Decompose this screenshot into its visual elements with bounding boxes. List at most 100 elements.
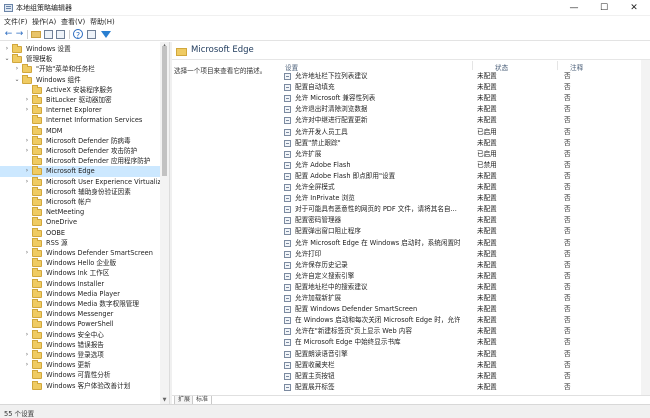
setting-row[interactable]: 允许 Microsoft 兼容性列表 未配置 否 bbox=[282, 93, 640, 103]
setting-row[interactable]: 允许 Adobe Flash 已禁用 否 bbox=[282, 160, 640, 170]
filter-icon[interactable] bbox=[101, 31, 111, 38]
setting-row[interactable]: 允许扩展 已启用 否 bbox=[282, 149, 640, 159]
tree-item[interactable]: ActiveX 安装程序服务 bbox=[0, 84, 160, 95]
setting-row[interactable]: 配置 Windows Defender SmartScreen 未配置 否 bbox=[282, 304, 640, 314]
setting-row[interactable]: 允许退出时清除浏览数据 未配置 否 bbox=[282, 104, 640, 114]
chevron-right-icon[interactable]: › bbox=[24, 146, 30, 156]
chevron-right-icon[interactable]: › bbox=[24, 105, 30, 115]
tree-item[interactable]: Windows Media 数字权限管理 bbox=[0, 299, 160, 309]
tree-item[interactable]: Windows Messenger bbox=[0, 309, 160, 319]
setting-row[interactable]: 允许在"新建标签页"页上显示 Web 内容 未配置 否 bbox=[282, 326, 640, 336]
tree-item[interactable]: OneDrive bbox=[0, 217, 160, 227]
chevron-right-icon[interactable]: › bbox=[24, 177, 30, 187]
tree-item[interactable]: Windows 错误报告 bbox=[0, 339, 160, 350]
tree-item[interactable]: Windows PowerShell bbox=[0, 319, 160, 329]
setting-row[interactable]: 配置密码管理器 未配置 否 bbox=[282, 215, 640, 225]
forward-arrow-icon[interactable]: → bbox=[14, 29, 25, 40]
setting-row[interactable]: 配置"禁止跟踪" 未配置 否 bbox=[282, 138, 640, 148]
tree-item[interactable]: › Microsoft User Experience Virtualiz bbox=[0, 176, 161, 187]
tree-item[interactable]: › Microsoft Defender 防病毒 bbox=[0, 135, 160, 146]
chevron-right-icon[interactable]: › bbox=[24, 95, 30, 105]
setting-row[interactable]: 允许保存历史记录 未配置 否 bbox=[282, 260, 640, 270]
chevron-down-icon[interactable]: ⌄ bbox=[4, 54, 10, 64]
setting-row[interactable]: 配置朗读语音引擎 未配置 否 bbox=[282, 349, 640, 359]
scroll-down-arrow-icon[interactable]: ▼ bbox=[160, 396, 169, 404]
setting-row[interactable]: 允许 InPrivate 浏览 未配置 否 bbox=[282, 193, 640, 203]
setting-row[interactable]: 允许 Microsoft Edge 在 Windows 启动时，系统闲置时以..… bbox=[282, 238, 640, 248]
tree-item[interactable]: › Windows 登录选项 bbox=[0, 350, 160, 360]
minimize-button[interactable]: — bbox=[560, 0, 588, 16]
chevron-down-icon[interactable]: ⌄ bbox=[14, 75, 20, 85]
tree-item[interactable]: Windows Ink 工作区 bbox=[0, 268, 160, 278]
tree-item[interactable]: ⌄ Windows 组件 bbox=[0, 74, 160, 85]
tree-item[interactable]: › "开始"菜单和任务栏 bbox=[0, 64, 160, 74]
setting-row[interactable]: 在 Microsoft Edge 中始终显示书库 未配置 否 bbox=[282, 337, 640, 347]
tree-item[interactable]: Windows Hello 企业版 bbox=[0, 258, 160, 268]
menu-action[interactable]: 操作(A) bbox=[32, 17, 56, 27]
chevron-right-icon[interactable]: › bbox=[24, 166, 30, 176]
tree-item[interactable]: Windows 可靠性分析 bbox=[0, 370, 160, 380]
settings-scrollbar[interactable] bbox=[641, 60, 650, 396]
up-folder-icon[interactable] bbox=[31, 31, 41, 38]
setting-row[interactable]: 允许开发人员工具 已启用 否 bbox=[282, 127, 640, 137]
chevron-right-icon[interactable]: › bbox=[24, 330, 30, 340]
setting-row[interactable]: 允许加载新扩展 未配置 否 bbox=[282, 293, 640, 303]
setting-row[interactable]: 配置 Adobe Flash 即点即用"设置 未配置 否 bbox=[282, 171, 640, 181]
setting-row[interactable]: 配置展开标签 未配置 否 bbox=[282, 382, 640, 392]
chevron-right-icon[interactable]: › bbox=[24, 360, 30, 370]
tree-item[interactable]: › Windows 安全中心 bbox=[0, 329, 160, 340]
setting-comment: 否 bbox=[564, 294, 571, 302]
setting-row[interactable]: 配置自动填充 未配置 否 bbox=[282, 82, 640, 92]
setting-row[interactable]: 配置弹出窗口阻止程序 未配置 否 bbox=[282, 226, 640, 236]
tree-scroll-thumb[interactable] bbox=[162, 46, 167, 176]
setting-row[interactable]: 配置收藏夹栏 未配置 否 bbox=[282, 360, 640, 370]
back-arrow-icon[interactable]: ← bbox=[3, 29, 14, 40]
setting-row[interactable]: 配置地址栏中的搜索建议 未配置 否 bbox=[282, 282, 640, 292]
tree-scrollbar[interactable]: ▲ ▼ bbox=[160, 42, 169, 404]
tree-item[interactable]: › Windows 设置 bbox=[0, 44, 160, 54]
tree-item[interactable]: NetMeeting bbox=[0, 207, 160, 217]
chevron-right-icon[interactable]: › bbox=[24, 248, 30, 258]
properties-icon[interactable] bbox=[87, 30, 96, 39]
tree-item[interactable]: Windows Installer bbox=[0, 278, 160, 289]
setting-row[interactable]: 允许打印 未配置 否 bbox=[282, 249, 640, 259]
column-separator[interactable] bbox=[472, 61, 473, 70]
tree-item[interactable]: › Internet Explorer bbox=[0, 105, 160, 115]
column-separator[interactable] bbox=[557, 61, 558, 70]
setting-row[interactable]: 允许对中继进行配置更新 未配置 否 bbox=[282, 115, 640, 125]
tree-item[interactable]: › Microsoft Defender 攻击防护 bbox=[0, 146, 160, 156]
tree-item[interactable]: › Windows Defender SmartScreen bbox=[0, 248, 160, 258]
menu-file[interactable]: 文件(F) bbox=[4, 17, 28, 27]
tree-item[interactable]: › BitLocker 驱动器加密 bbox=[0, 95, 160, 105]
chevron-right-icon[interactable]: › bbox=[24, 136, 30, 146]
setting-row[interactable]: 在 Windows 启动和每次关闭 Microsoft Edge 时，允许 ..… bbox=[282, 315, 640, 325]
chevron-right-icon[interactable]: › bbox=[24, 350, 30, 360]
tree-item[interactable]: Internet Information Services bbox=[0, 115, 160, 125]
tree-item[interactable]: OOBE bbox=[0, 227, 160, 238]
setting-row[interactable]: 允许地址栏下拉列表建议 未配置 否 bbox=[282, 71, 640, 81]
tree-item[interactable]: Windows Media Player bbox=[0, 288, 160, 299]
export-list-icon[interactable] bbox=[56, 30, 65, 39]
setting-row[interactable]: 配置主页按钮 未配置 否 bbox=[282, 371, 640, 381]
setting-row[interactable]: 允许自定义搜索引擎 未配置 否 bbox=[282, 271, 640, 281]
setting-state: 未配置 bbox=[477, 94, 497, 103]
tree-item[interactable]: ⌄ 管理模板 bbox=[0, 54, 160, 64]
chevron-right-icon[interactable]: › bbox=[4, 44, 10, 54]
menu-help[interactable]: 帮助(H) bbox=[90, 17, 115, 27]
tree-item[interactable]: Windows 客户体验改善计划 bbox=[0, 380, 160, 391]
setting-row[interactable]: 对于可能具有恶意性的网页的 PDF 文件，请将其名自... 未配置 否 bbox=[282, 204, 640, 214]
chevron-right-icon[interactable]: › bbox=[14, 64, 20, 74]
tree-item[interactable]: › Windows 更新 bbox=[0, 360, 160, 370]
tree-item[interactable]: Microsoft 帐户 bbox=[0, 197, 160, 207]
close-button[interactable]: ✕ bbox=[620, 0, 648, 16]
tree-item[interactable]: Microsoft Defender 应用程序防护 bbox=[0, 156, 160, 166]
setting-row[interactable]: 允许全屏模式 未配置 否 bbox=[282, 182, 640, 192]
tree-item[interactable]: › Microsoft Edge bbox=[0, 166, 160, 177]
tree-item[interactable]: RSS 源 bbox=[0, 237, 160, 248]
help-icon[interactable]: ? bbox=[73, 29, 83, 40]
show-hide-tree-icon[interactable] bbox=[44, 30, 53, 39]
tree-item[interactable]: Microsoft 辅助身份验证因素 bbox=[0, 186, 160, 197]
tree-item[interactable]: MDM bbox=[0, 125, 160, 136]
maximize-button[interactable]: ☐ bbox=[590, 0, 618, 16]
menu-view[interactable]: 查看(V) bbox=[61, 17, 85, 27]
